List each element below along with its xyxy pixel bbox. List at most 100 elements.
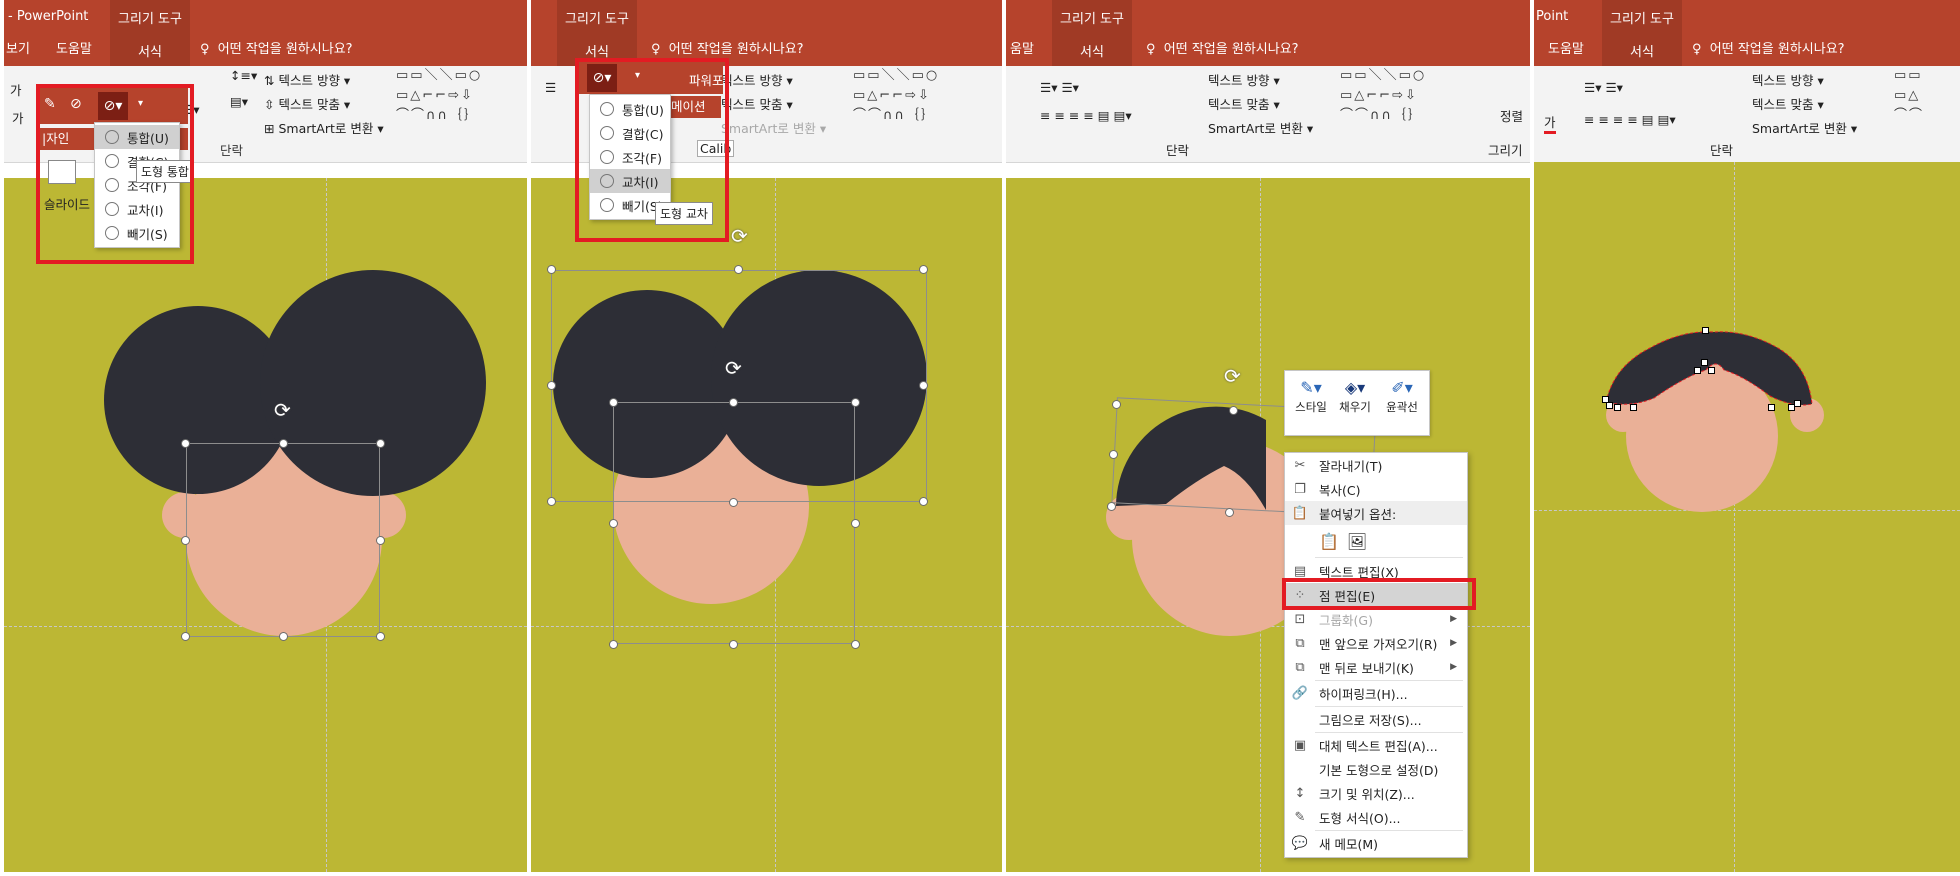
menu-format-shape[interactable]: ✎ 도형 서식(O)... xyxy=(1285,805,1467,829)
paste-option-buttons[interactable]: 📋 🖼 xyxy=(1285,525,1467,557)
resize-handle[interactable] xyxy=(376,632,385,641)
edit-point[interactable] xyxy=(1701,359,1708,366)
search-box[interactable]: ♀ 어떤 작업을 원하시나요? xyxy=(1146,34,1299,66)
edit-point[interactable] xyxy=(1794,400,1801,407)
bullet-list-icon[interactable]: ☰ xyxy=(545,80,556,95)
resize-handle[interactable] xyxy=(1112,400,1121,409)
resize-handle[interactable] xyxy=(181,632,190,641)
edit-point[interactable] xyxy=(1606,402,1613,409)
paste-keep-icon[interactable]: 📋 xyxy=(1319,532,1339,551)
text-align-button[interactable]: 텍스트 맞춤 ▾ xyxy=(1208,94,1280,113)
align-buttons[interactable]: ≡ ≡ ≡ ≡ ▤ ▤▾ xyxy=(1040,108,1132,123)
rotate-handle-icon[interactable]: ⟳ xyxy=(731,226,748,246)
edit-point[interactable] xyxy=(1630,404,1637,411)
shapes-gallery[interactable]: ▭▭＼＼▭○ ▭△⌐⌐⇨⇩ ⌒⌒∩∩｛｝ xyxy=(1340,66,1426,126)
resize-handle[interactable] xyxy=(609,519,618,528)
text-direction-button[interactable]: 텍스트 방향 ▾ xyxy=(721,70,793,89)
rotate-handle-icon[interactable]: ⟳ xyxy=(1224,366,1241,386)
bullet-list-icon[interactable]: ☰▾ ☰▾ xyxy=(1040,80,1079,95)
resize-handle[interactable] xyxy=(919,265,928,274)
shapes-gallery[interactable]: ▭▭＼＼▭○ ▭△⌐⌐⇨⇩ ⌒⌒∩∩｛｝ xyxy=(853,66,939,126)
slide-canvas[interactable] xyxy=(1534,162,1960,872)
font-letter[interactable]: 가 xyxy=(1544,112,1556,134)
resize-handle[interactable] xyxy=(1225,508,1234,517)
resize-handle[interactable] xyxy=(729,640,738,649)
resize-handle[interactable] xyxy=(729,498,738,507)
menu-size-position[interactable]: ↕ 크기 및 위치(Z)... xyxy=(1285,781,1467,805)
resize-handle[interactable] xyxy=(851,519,860,528)
menu-hyperlink[interactable]: 🔗 하이퍼링크(H)... xyxy=(1285,681,1467,705)
resize-handle[interactable] xyxy=(609,398,618,407)
tab-format[interactable]: 서식 xyxy=(1602,34,1682,66)
resize-handle[interactable] xyxy=(919,381,928,390)
rotate-handle-icon[interactable]: ⟳ xyxy=(274,400,291,420)
font-letter[interactable]: 가 xyxy=(10,80,22,99)
edit-point[interactable] xyxy=(1768,404,1775,411)
menu-send-back[interactable]: ⧉ 맨 뒤로 보내기(K) ▶ xyxy=(1285,655,1467,679)
panel-2: 그리기 도구 서식 ♀ 어떤 작업을 원하시나요? ☰ 텍스트 방향 ▾ 텍스트… xyxy=(531,0,1002,872)
search-box[interactable]: ♀ 어떤 작업을 원하시나요? xyxy=(200,34,353,66)
menu-group[interactable]: ⊡ 그룹화(G) ▶ xyxy=(1285,607,1467,631)
text-align-button[interactable]: 텍스트 맞춤 ▾ xyxy=(721,94,793,113)
menu-cut[interactable]: ✂ 잘라내기(T) xyxy=(1285,453,1467,477)
tab-help[interactable]: 도움말 xyxy=(1548,34,1584,66)
resize-handle[interactable] xyxy=(376,439,385,448)
resize-handle[interactable] xyxy=(1229,406,1238,415)
smartart-button[interactable]: SmartArt로 변환 ▾ xyxy=(721,118,826,137)
resize-handle[interactable] xyxy=(279,632,288,641)
edit-point[interactable] xyxy=(1694,367,1701,374)
menu-default-shape[interactable]: 기본 도형으로 설정(D) xyxy=(1285,757,1467,781)
bullet-list-icon[interactable]: ☰▾ ☰▾ xyxy=(1584,80,1623,95)
resize-handle[interactable] xyxy=(1109,450,1118,459)
shapes-gallery[interactable]: ▭▭＼＼▭○ ▭△⌐⌐⇨⇩ ⌒⌒∩∩｛｝ xyxy=(396,66,482,126)
resize-handle[interactable] xyxy=(919,497,928,506)
resize-handle[interactable] xyxy=(547,381,556,390)
smartart-button[interactable]: SmartArt로 변환 ▾ xyxy=(1752,118,1857,137)
resize-handle[interactable] xyxy=(734,265,743,274)
columns-icon[interactable]: ▤▾ xyxy=(230,94,248,109)
resize-handle[interactable] xyxy=(1107,502,1116,511)
edit-point[interactable] xyxy=(1708,367,1715,374)
resize-handle[interactable] xyxy=(851,640,860,649)
smartart-button[interactable]: ⊞ SmartArt로 변환 ▾ xyxy=(264,118,384,137)
fill-button[interactable]: ◈▾ 채우기 xyxy=(1335,377,1375,415)
align-buttons[interactable]: ≡ ≡ ≡ ≡ ▤ ▤▾ xyxy=(1584,112,1676,127)
tab-format[interactable]: 서식 xyxy=(110,34,190,66)
tab-help[interactable]: 움말 xyxy=(1010,34,1034,66)
text-direction-button[interactable]: ⇅ 텍스트 방향 ▾ xyxy=(264,70,350,89)
outline-button[interactable]: ✐▾ 윤곽선 xyxy=(1381,377,1423,415)
menu-new-comment[interactable]: 💬 새 메모(M) xyxy=(1285,831,1467,855)
resize-handle[interactable] xyxy=(609,640,618,649)
font-letter-2[interactable]: 가 xyxy=(12,108,24,127)
tab-format[interactable]: 서식 xyxy=(1052,34,1132,66)
smartart-button[interactable]: SmartArt로 변환 ▾ xyxy=(1208,118,1313,137)
resize-handle[interactable] xyxy=(279,439,288,448)
text-align-icon: ⇳ xyxy=(264,97,275,112)
shapes-gallery[interactable]: ▭▭ ▭△ ⌒⌒ xyxy=(1894,66,1924,126)
text-align-button[interactable]: ⇳ 텍스트 맞춤 ▾ xyxy=(264,94,350,113)
tab-view[interactable]: 보기 xyxy=(6,34,30,66)
resize-handle[interactable] xyxy=(547,497,556,506)
paste-picture-icon[interactable]: 🖼 xyxy=(1347,532,1367,551)
menu-alt-text[interactable]: ▣ 대체 텍스트 편집(A)... xyxy=(1285,733,1467,757)
search-box[interactable]: ♀ 어떤 작업을 원하시나요? xyxy=(1692,34,1845,66)
text-direction-button[interactable]: 텍스트 방향 ▾ xyxy=(1752,70,1824,89)
text-align-button[interactable]: 텍스트 맞춤 ▾ xyxy=(1752,94,1824,113)
menu-save-picture[interactable]: 그림으로 저장(S)... xyxy=(1285,707,1467,731)
menu-copy[interactable]: ❐ 복사(C) xyxy=(1285,477,1467,501)
resize-handle[interactable] xyxy=(376,536,385,545)
text-direction-button[interactable]: 텍스트 방향 ▾ xyxy=(1208,70,1280,89)
edit-point[interactable] xyxy=(1702,327,1709,334)
resize-handle[interactable] xyxy=(547,265,556,274)
arrange-button[interactable]: 정렬 xyxy=(1500,106,1523,125)
resize-handle[interactable] xyxy=(181,439,190,448)
resize-handle[interactable] xyxy=(851,398,860,407)
style-button[interactable]: ✎▾ 스타일 xyxy=(1291,377,1331,415)
edit-point[interactable] xyxy=(1614,404,1621,411)
resize-handle[interactable] xyxy=(729,398,738,407)
tab-help[interactable]: 도움말 xyxy=(56,34,92,66)
rotate-handle-icon[interactable]: ⟳ xyxy=(725,358,742,378)
line-spacing-icon[interactable]: ↕≡▾ xyxy=(230,68,257,83)
menu-bring-front[interactable]: ⧉ 맨 앞으로 가져오기(R) ▶ xyxy=(1285,631,1467,655)
resize-handle[interactable] xyxy=(181,536,190,545)
